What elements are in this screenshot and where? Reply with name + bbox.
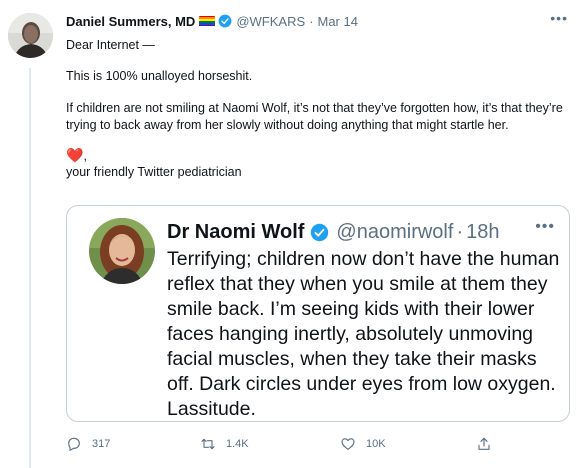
reply-button[interactable]: 317 (66, 436, 110, 452)
quoted-tweet-text: Terrifying; children now don’t have the … (167, 248, 560, 420)
retweet-button[interactable]: 1.4K (200, 436, 249, 452)
tweet-actions: 317 1.4K 10K (66, 436, 496, 456)
tweet-date[interactable]: Mar 14 (317, 14, 357, 29)
reply-count: 317 (92, 438, 111, 450)
quoted-author-avatar[interactable] (89, 218, 155, 284)
author-display-name[interactable]: Daniel Summers, MD (66, 14, 195, 29)
tweet-line: , (83, 149, 87, 163)
tweet-header: Daniel Summers, MD @WFKARS · Mar 14 (66, 12, 358, 30)
tweet-line: your friendly Twitter pediatrician (66, 165, 242, 179)
author-handle[interactable]: @WFKARS (236, 14, 305, 29)
more-icon[interactable]: ••• (550, 10, 568, 26)
header-separator: · (309, 13, 314, 29)
quoted-tweet-header: Dr Naomi Wolf @naomirwolf · 18h (167, 218, 499, 246)
tweet-line: Dear Internet — (66, 38, 155, 52)
retweet-count: 1.4K (226, 438, 249, 450)
quoted-separator: · (456, 220, 464, 243)
verified-badge-icon (311, 223, 329, 241)
tweet-body: Dear Internet — This is 100% unalloyed h… (66, 37, 566, 181)
tweet-line: If children are not smiling at Naomi Wol… (66, 101, 563, 132)
share-button[interactable] (476, 436, 492, 452)
quoted-tweet-card[interactable]: Dr Naomi Wolf @naomirwolf · 18h ••• Terr… (66, 205, 570, 422)
more-icon[interactable]: ••• (535, 218, 555, 236)
share-icon (478, 437, 490, 450)
thread-line (29, 68, 31, 468)
retweet-icon (201, 438, 215, 450)
like-button[interactable]: 10K (340, 436, 386, 452)
quoted-date[interactable]: 18h (466, 221, 499, 244)
quoted-handle[interactable]: @naomirwolf (336, 221, 453, 244)
verified-badge-icon (218, 14, 232, 28)
heart-emoji: ❤️ (66, 147, 84, 163)
like-icon (341, 438, 355, 450)
author-avatar[interactable] (8, 13, 53, 58)
tweet-line: This is 100% unalloyed horseshit. (66, 69, 253, 83)
quoted-display-name[interactable]: Dr Naomi Wolf (167, 221, 304, 244)
reply-icon (68, 437, 80, 451)
like-count: 10K (366, 438, 386, 450)
rainbow-flag-icon (199, 15, 216, 27)
